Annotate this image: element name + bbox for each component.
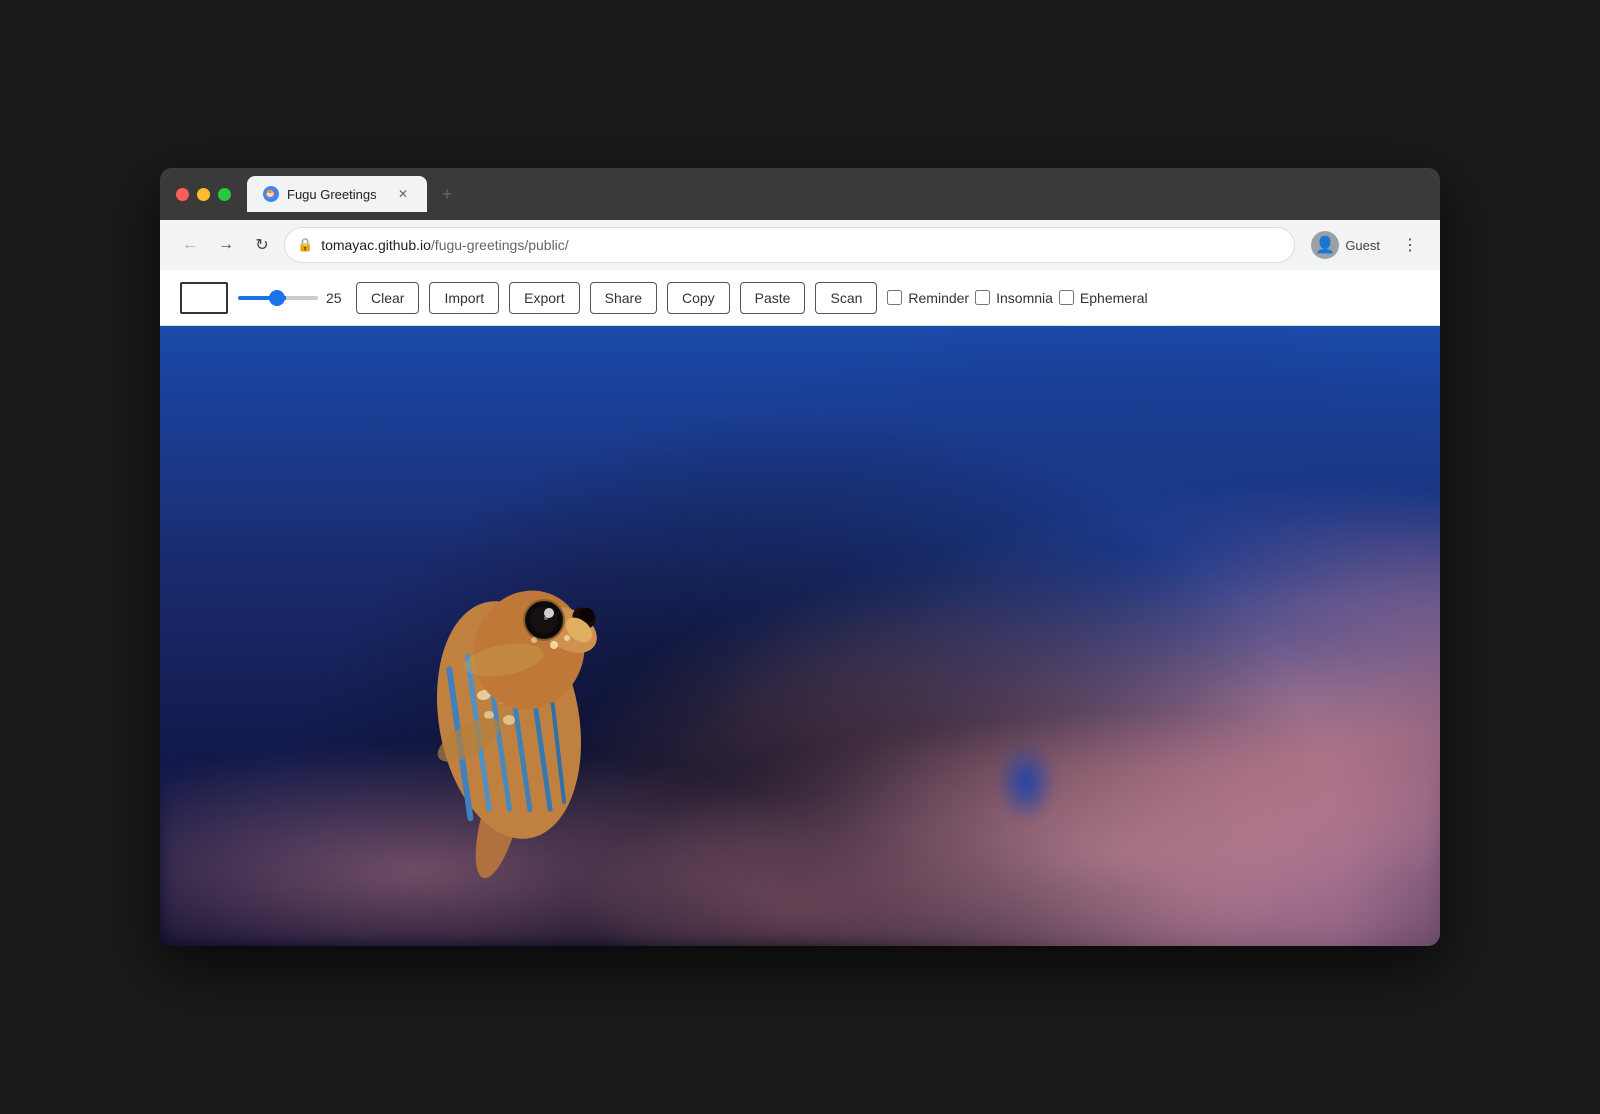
checkbox-group: Reminder Insomnia Ephemeral [887, 290, 1147, 306]
import-button[interactable]: Import [429, 282, 499, 314]
url-bar[interactable]: 🔒 tomayac.github.io/fugu-greetings/publi… [284, 227, 1295, 263]
profile-icon: 👤 [1311, 231, 1339, 259]
export-button[interactable]: Export [509, 282, 579, 314]
tab-close-button[interactable]: ✕ [395, 186, 411, 202]
address-bar: ← → ↻ 🔒 tomayac.github.io/fugu-greetings… [160, 220, 1440, 270]
vertical-dots-icon: ⋮ [1402, 235, 1418, 255]
fish-container [339, 500, 659, 900]
reminder-label[interactable]: Reminder [887, 290, 969, 306]
chrome-menu-button[interactable]: ⋮ [1396, 231, 1424, 259]
back-icon: ← [182, 236, 198, 254]
color-swatch[interactable] [180, 282, 228, 314]
fish-svg [339, 500, 659, 900]
profile-area: 👤 Guest ⋮ [1303, 227, 1424, 263]
reload-button[interactable]: ↻ [248, 231, 276, 259]
profile-label: Guest [1345, 238, 1380, 253]
url-path: /fugu-greetings/public/ [431, 237, 569, 253]
forward-icon: → [218, 236, 234, 254]
security-icon: 🔒 [297, 237, 313, 253]
minimize-button[interactable] [197, 188, 210, 201]
close-button[interactable] [176, 188, 189, 201]
reminder-text: Reminder [908, 290, 969, 306]
profile-button[interactable]: 👤 Guest [1303, 227, 1388, 263]
reminder-checkbox[interactable] [887, 290, 902, 305]
paste-button[interactable]: Paste [740, 282, 806, 314]
size-value: 25 [326, 290, 346, 306]
new-tab-button[interactable]: + [431, 178, 463, 210]
ephemeral-text: Ephemeral [1080, 290, 1148, 306]
profile-avatar-icon: 👤 [1315, 235, 1335, 255]
tab-bar: 🐡 Fugu Greetings ✕ + [247, 176, 1424, 212]
active-tab[interactable]: 🐡 Fugu Greetings ✕ [247, 176, 427, 212]
ephemeral-checkbox[interactable] [1059, 290, 1074, 305]
copy-button[interactable]: Copy [667, 282, 730, 314]
traffic-lights [176, 188, 231, 201]
insomnia-checkbox[interactable] [975, 290, 990, 305]
toolbar: 25 Clear Import Export Share Copy Paste … [160, 270, 1440, 326]
insomnia-label[interactable]: Insomnia [975, 290, 1053, 306]
forward-button[interactable]: → [212, 231, 240, 259]
back-button[interactable]: ← [176, 231, 204, 259]
blue-spot [996, 742, 1056, 822]
tab-favicon: 🐡 [263, 186, 279, 202]
fish-scene [160, 326, 1440, 946]
scan-button[interactable]: Scan [815, 282, 877, 314]
title-bar: 🐡 Fugu Greetings ✕ + [160, 168, 1440, 220]
maximize-button[interactable] [218, 188, 231, 201]
url-domain: tomayac.github.io [321, 237, 431, 253]
size-slider[interactable] [238, 296, 318, 300]
insomnia-text: Insomnia [996, 290, 1053, 306]
share-button[interactable]: Share [590, 282, 657, 314]
canvas-area[interactable] [160, 326, 1440, 946]
clear-button[interactable]: Clear [356, 282, 419, 314]
url-display: tomayac.github.io/fugu-greetings/public/ [321, 237, 1282, 253]
ephemeral-label[interactable]: Ephemeral [1059, 290, 1148, 306]
browser-window: 🐡 Fugu Greetings ✕ + ← → ↻ 🔒 tomayac.git… [160, 168, 1440, 946]
size-slider-container: 25 [238, 290, 346, 306]
tab-title: Fugu Greetings [287, 187, 387, 202]
reload-icon: ↻ [255, 235, 268, 255]
